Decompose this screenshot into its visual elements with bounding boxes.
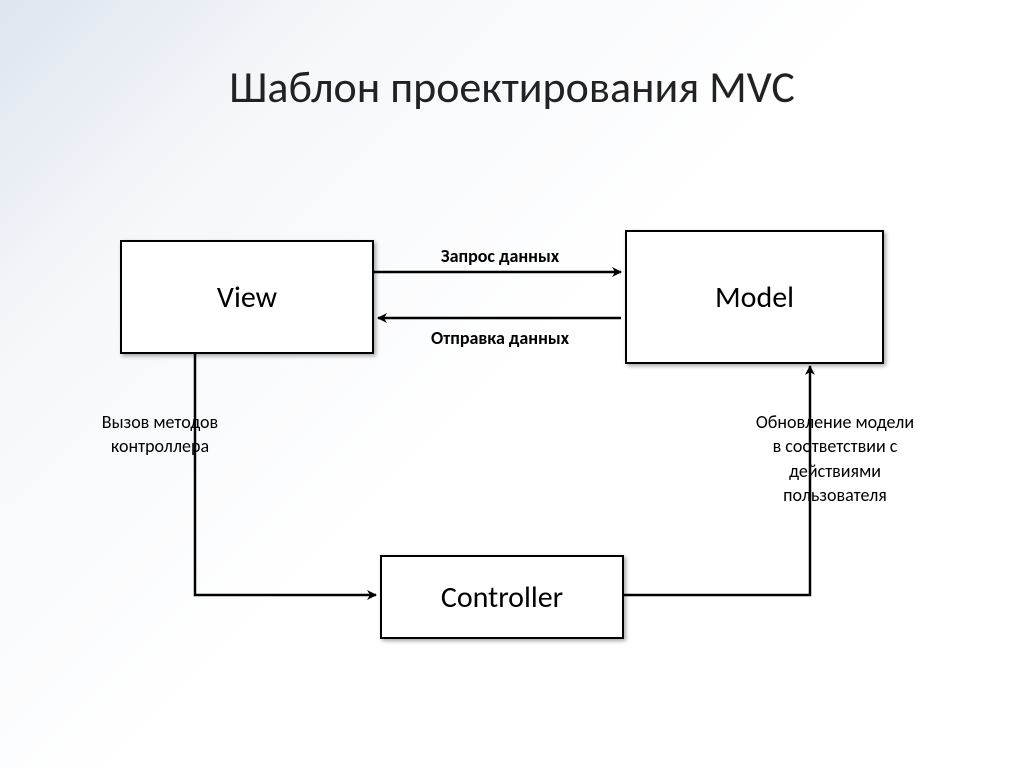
label-call-methods: Вызов методов контроллера	[65, 410, 255, 459]
box-model-label: Model	[715, 279, 794, 316]
label-update-model-line1: Обновление модели	[756, 411, 914, 433]
arrows-layer	[0, 0, 1024, 768]
label-update-model-line3: действиями	[789, 460, 881, 482]
box-controller-label: Controller	[441, 579, 563, 616]
box-view: View	[120, 240, 374, 354]
label-update-model: Обновление модели в соответствии с дейст…	[720, 410, 950, 507]
box-controller: Controller	[380, 555, 624, 639]
box-model: Model	[625, 230, 884, 364]
box-view-label: View	[217, 279, 277, 316]
arrow-view-to-controller	[195, 354, 376, 595]
label-call-methods-line1: Вызов методов	[102, 411, 218, 433]
slide: Шаблон проектирования MVC View Model Con…	[0, 0, 1024, 768]
label-request-data: Запрос данных	[400, 244, 600, 268]
label-call-methods-line2: контроллера	[111, 435, 209, 457]
label-send-data: Отправка данных	[400, 326, 600, 350]
label-update-model-line4: пользователя	[783, 484, 887, 506]
slide-title: Шаблон проектирования MVC	[0, 60, 1024, 114]
label-update-model-line2: в соответствии с	[773, 435, 898, 457]
